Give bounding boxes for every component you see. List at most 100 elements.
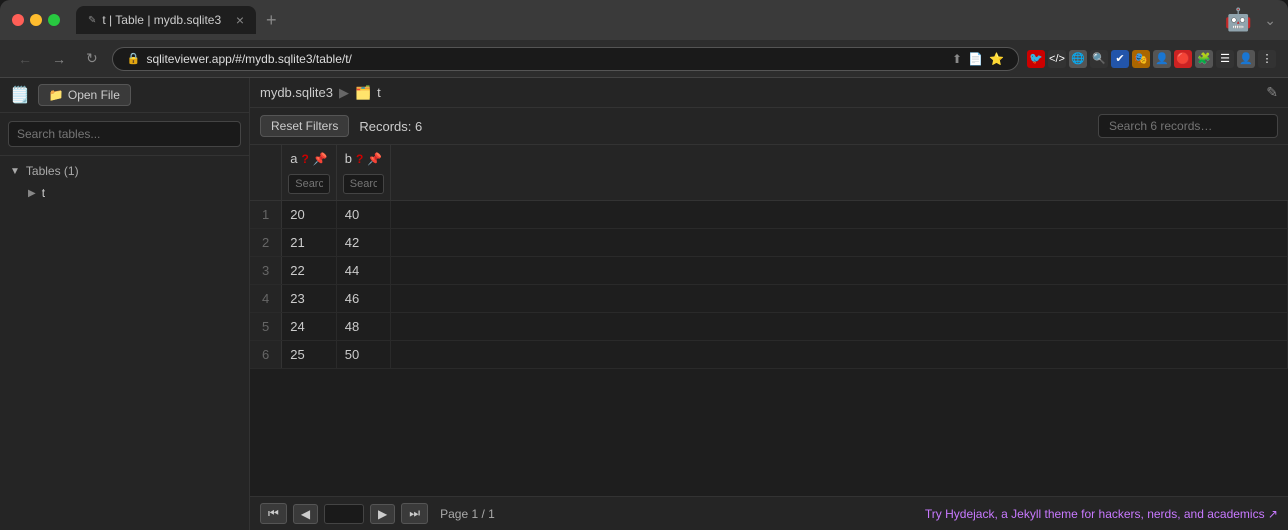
folder-icon: 📁 xyxy=(49,88,64,102)
tab-bar: ✎ t | Table | mydb.sqlite3 × + xyxy=(76,6,1217,34)
ext-icon-more[interactable]: ⋮ xyxy=(1258,50,1276,68)
cell-a[interactable]: 24 xyxy=(282,313,337,341)
reload-button[interactable]: ↻ xyxy=(80,48,104,69)
toolbar: Reset Filters Records: 6 xyxy=(250,108,1288,145)
sidebar-tables-section: ▼ Tables (1) ▶ t xyxy=(0,156,249,208)
cell-empty xyxy=(391,257,1288,285)
sidebar-item-t[interactable]: ▶ t xyxy=(0,182,249,204)
row-number-cell: 6 xyxy=(250,341,282,369)
table-row[interactable]: 1 20 40 xyxy=(250,201,1288,229)
col-b-label: b xyxy=(345,151,352,166)
app-logo: 🗒️ xyxy=(10,85,30,105)
prev-page-button[interactable]: ◀ xyxy=(293,504,318,524)
breadcrumb-separator-icon: ▶ xyxy=(339,85,349,101)
first-page-button[interactable]: ⏮ xyxy=(260,503,287,524)
cell-a[interactable]: 25 xyxy=(282,341,337,369)
cell-empty xyxy=(391,229,1288,257)
hydejack-link[interactable]: Try Hydejack, a Jekyll theme for hackers… xyxy=(925,507,1278,521)
close-light[interactable] xyxy=(12,14,24,26)
page-icon: 📄 xyxy=(968,52,983,66)
ext-icon-4[interactable]: 🔍 xyxy=(1090,50,1108,68)
table-row[interactable]: 6 25 50 xyxy=(250,341,1288,369)
page-number-input[interactable]: 1 xyxy=(324,504,364,524)
search-records-input[interactable] xyxy=(1098,114,1278,138)
cell-a[interactable]: 23 xyxy=(282,285,337,313)
back-button[interactable]: ← xyxy=(12,49,38,69)
search-tables-input[interactable] xyxy=(8,121,241,147)
pagination-bar: ⏮ ◀ 1 ▶ ⏭ Page 1 / 1 Try Hydejack, a Jek… xyxy=(250,496,1288,530)
last-page-button[interactable]: ⏭ xyxy=(401,503,428,524)
reset-filters-button[interactable]: Reset Filters xyxy=(260,115,349,137)
ext-icon-9[interactable]: 🧩 xyxy=(1195,50,1213,68)
page-info: Page 1 / 1 xyxy=(440,507,495,521)
sidebar-search-area xyxy=(0,113,249,156)
browser-controls: ← → ↻ 🔒 sqliteviewer.app/#/mydb.sqlite3/… xyxy=(0,40,1288,78)
col-b-info-icon[interactable]: ? xyxy=(356,152,363,166)
ext-icon-8[interactable]: 🔴 xyxy=(1174,50,1192,68)
active-tab[interactable]: ✎ t | Table | mydb.sqlite3 × xyxy=(76,6,256,34)
ext-icon-6[interactable]: 🎭 xyxy=(1132,50,1150,68)
cell-b[interactable]: 42 xyxy=(336,229,391,257)
ext-icon-10[interactable]: ☰ xyxy=(1216,50,1234,68)
ext-icon-1[interactable]: 🐦 xyxy=(1027,50,1045,68)
android-icon: 🤖 xyxy=(1225,7,1252,33)
ext-icon-7[interactable]: 👤 xyxy=(1153,50,1171,68)
table-row[interactable]: 2 21 42 xyxy=(250,229,1288,257)
row-number-cell: 4 xyxy=(250,285,282,313)
main-header: mydb.sqlite3 ▶ 🗂️ t ✎ xyxy=(250,78,1288,108)
extension-icons: 🐦 </> 🌐 🔍 ✔ 🎭 👤 🔴 🧩 ☰ 👤 ⋮ xyxy=(1027,50,1276,68)
table-row[interactable]: 5 24 48 xyxy=(250,313,1288,341)
cell-b[interactable]: 48 xyxy=(336,313,391,341)
app-content: 🗒️ 📁 Open File ▼ Tables (1) ▶ t mydb.sql… xyxy=(0,78,1288,530)
open-file-label: Open File xyxy=(68,88,120,102)
maximize-light[interactable] xyxy=(48,14,60,26)
cell-a[interactable]: 22 xyxy=(282,257,337,285)
forward-button[interactable]: → xyxy=(46,49,72,69)
browser-menu-chevron[interactable]: ⌄ xyxy=(1264,12,1276,29)
breadcrumb-db: mydb.sqlite3 xyxy=(260,85,333,100)
tables-section-header[interactable]: ▼ Tables (1) xyxy=(0,160,249,182)
table-row[interactable]: 4 23 46 xyxy=(250,285,1288,313)
cell-b[interactable]: 44 xyxy=(336,257,391,285)
traffic-lights xyxy=(12,14,60,26)
table-row[interactable]: 3 22 44 xyxy=(250,257,1288,285)
new-tab-button[interactable]: + xyxy=(260,10,283,31)
cell-a[interactable]: 21 xyxy=(282,229,337,257)
column-header-a: a ? 📌 xyxy=(282,145,337,201)
data-table: a ? 📌 b ? 📌 xyxy=(250,145,1288,369)
row-number-cell: 2 xyxy=(250,229,282,257)
bookmark-icon: ⭐ xyxy=(989,52,1004,66)
ext-icon-5[interactable]: ✔ xyxy=(1111,50,1129,68)
ext-icon-11[interactable]: 👤 xyxy=(1237,50,1255,68)
tab-label: t | Table | mydb.sqlite3 xyxy=(102,13,221,27)
ext-icon-3[interactable]: 🌐 xyxy=(1069,50,1087,68)
empty-col-header xyxy=(391,145,1288,201)
next-page-button[interactable]: ▶ xyxy=(370,504,395,524)
edit-button[interactable]: ✎ xyxy=(1266,84,1278,101)
records-count: Records: 6 xyxy=(359,119,422,134)
col-b-search-input[interactable] xyxy=(343,174,385,194)
col-a-info-icon[interactable]: ? xyxy=(301,152,308,166)
breadcrumb-icon: 🗂️ xyxy=(355,85,371,101)
cell-empty xyxy=(391,341,1288,369)
row-number-cell: 3 xyxy=(250,257,282,285)
data-table-container: a ? 📌 b ? 📌 xyxy=(250,145,1288,496)
cell-b[interactable]: 46 xyxy=(336,285,391,313)
address-bar[interactable]: 🔒 sqliteviewer.app/#/mydb.sqlite3/table/… xyxy=(112,47,1019,71)
cell-b[interactable]: 50 xyxy=(336,341,391,369)
tab-close-button[interactable]: × xyxy=(236,12,244,28)
lock-icon: 🔒 xyxy=(127,52,141,65)
col-a-pin-icon[interactable]: 📌 xyxy=(313,152,328,166)
share-icon: ⬆ xyxy=(952,52,962,66)
ext-icon-2[interactable]: </> xyxy=(1048,50,1066,68)
col-b-pin-icon[interactable]: 📌 xyxy=(367,152,382,166)
table-item-arrow-icon: ▶ xyxy=(28,188,36,199)
col-b-search-area xyxy=(337,172,391,200)
minimize-light[interactable] xyxy=(30,14,42,26)
cell-empty xyxy=(391,313,1288,341)
cell-b[interactable]: 40 xyxy=(336,201,391,229)
col-a-search-input[interactable] xyxy=(288,174,330,194)
cell-a[interactable]: 20 xyxy=(282,201,337,229)
open-file-button[interactable]: 📁 Open File xyxy=(38,84,131,106)
table-body: 1 20 40 2 21 42 3 22 44 4 23 46 5 24 48 … xyxy=(250,201,1288,369)
